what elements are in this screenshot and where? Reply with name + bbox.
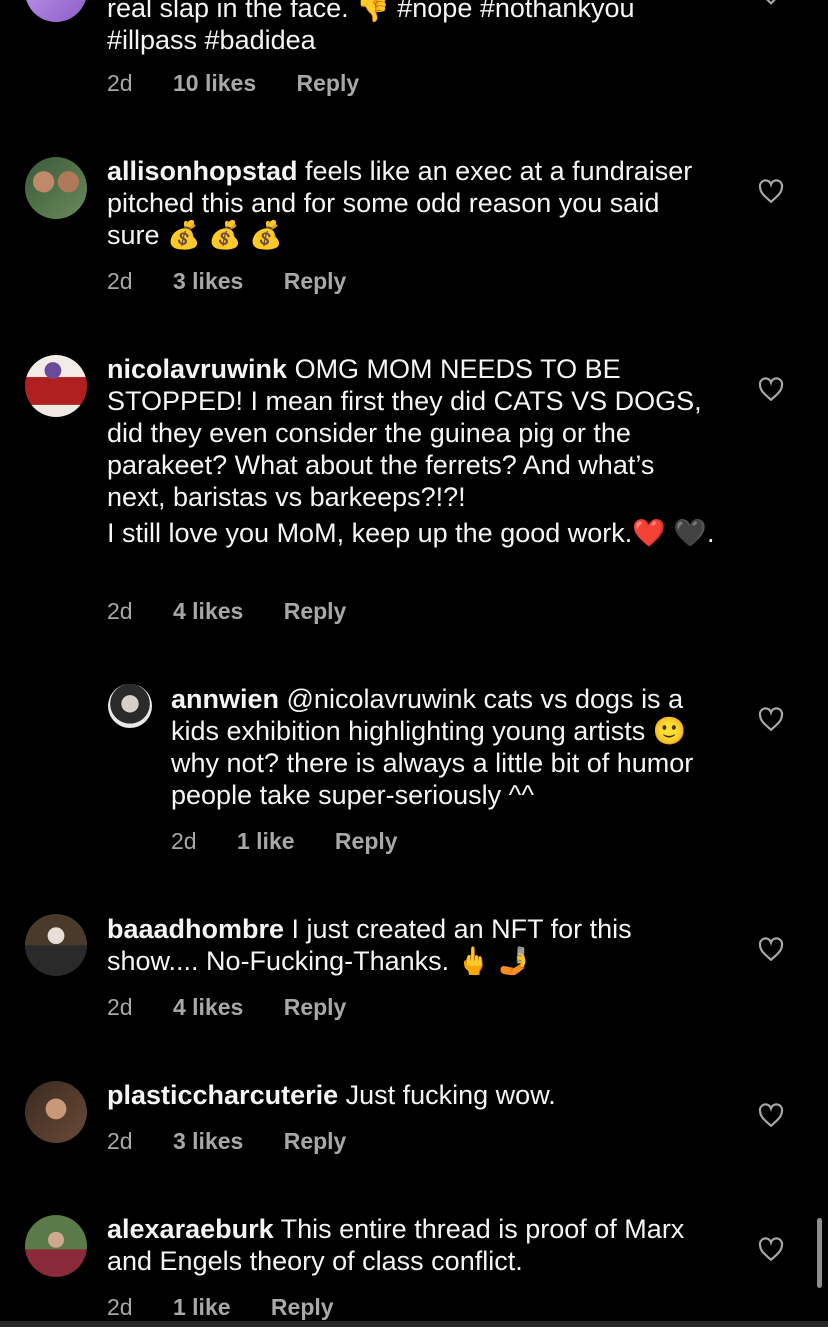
likes-count[interactable]: 1 like (173, 1294, 231, 1320)
comment-time: 2d (107, 70, 133, 96)
heart-icon[interactable] (758, 937, 784, 963)
likes-count[interactable]: 1 like (237, 828, 295, 854)
comment-text: alexaraeburk This entire thread is proof… (107, 1214, 685, 1276)
comment-meta: 2d 4 likes Reply (107, 598, 380, 625)
likes-count[interactable]: 4 likes (173, 994, 243, 1020)
likes-count[interactable]: 4 likes (173, 598, 243, 624)
comment-text: real slap in the face. 👎 #nope #nothanky… (107, 0, 635, 55)
reply-button[interactable]: Reply (297, 70, 360, 96)
username[interactable]: plasticcharcuterie (107, 1080, 338, 1110)
bottom-divider (0, 1321, 828, 1327)
username[interactable]: nicolavruwink (107, 354, 287, 384)
comment-meta: 2d 3 likes Reply (107, 268, 380, 295)
reply-button[interactable]: Reply (284, 598, 347, 624)
reply-button[interactable]: Reply (335, 828, 398, 854)
scrollbar[interactable] (817, 1218, 822, 1288)
comment-meta: 2d 3 likes Reply (107, 1128, 380, 1155)
comment-time: 2d (107, 268, 133, 294)
comment-meta: 2d 1 like Reply (171, 828, 432, 855)
comment-meta: 2d 1 like Reply (107, 1294, 368, 1321)
avatar[interactable] (25, 355, 87, 417)
reply-button[interactable]: Reply (284, 1128, 347, 1154)
comment-time: 2d (171, 828, 197, 854)
reply-button[interactable]: Reply (284, 268, 347, 294)
likes-count[interactable]: 3 likes (173, 268, 243, 294)
heart-icon[interactable] (758, 1103, 784, 1129)
heart-icon[interactable] (758, 179, 784, 205)
comment-time: 2d (107, 1294, 133, 1320)
comment-text: allisonhopstad feels like an exec at a f… (107, 156, 693, 250)
heart-icon[interactable] (758, 377, 784, 403)
comment-time: 2d (107, 1128, 133, 1154)
heart-icon[interactable] (758, 707, 784, 733)
username[interactable]: allisonhopstad (107, 156, 298, 186)
avatar[interactable] (108, 684, 152, 728)
comment-text: plasticcharcuterie Just fucking wow. (107, 1080, 556, 1110)
username[interactable]: alexaraeburk (107, 1214, 274, 1244)
reply-button[interactable]: Reply (271, 1294, 334, 1320)
likes-count[interactable]: 3 likes (173, 1128, 243, 1154)
avatar[interactable] (25, 914, 87, 976)
heart-icon[interactable] (758, 1237, 784, 1263)
username[interactable]: baaadhombre (107, 914, 284, 944)
comment-text: nicolavruwink OMG MOM NEEDS TO BE STOPPE… (107, 354, 715, 548)
comment-time: 2d (107, 994, 133, 1020)
reply-button[interactable]: Reply (284, 994, 347, 1020)
chevron-down-icon[interactable] (758, 0, 784, 12)
comment-time: 2d (107, 598, 133, 624)
username[interactable]: annwien (171, 684, 279, 714)
avatar[interactable] (25, 1081, 87, 1143)
comment-text: baaadhombre I just created an NFT for th… (107, 914, 632, 976)
likes-count[interactable]: 10 likes (173, 70, 256, 96)
avatar[interactable] (25, 1215, 87, 1277)
comment-meta: 2d 4 likes Reply (107, 994, 380, 1021)
comment-meta: 2d 10 likes Reply (107, 70, 393, 97)
avatar[interactable] (25, 157, 87, 219)
comment-text: annwien @nicolavruwink cats vs dogs is a… (171, 684, 694, 810)
avatar[interactable] (25, 0, 87, 22)
